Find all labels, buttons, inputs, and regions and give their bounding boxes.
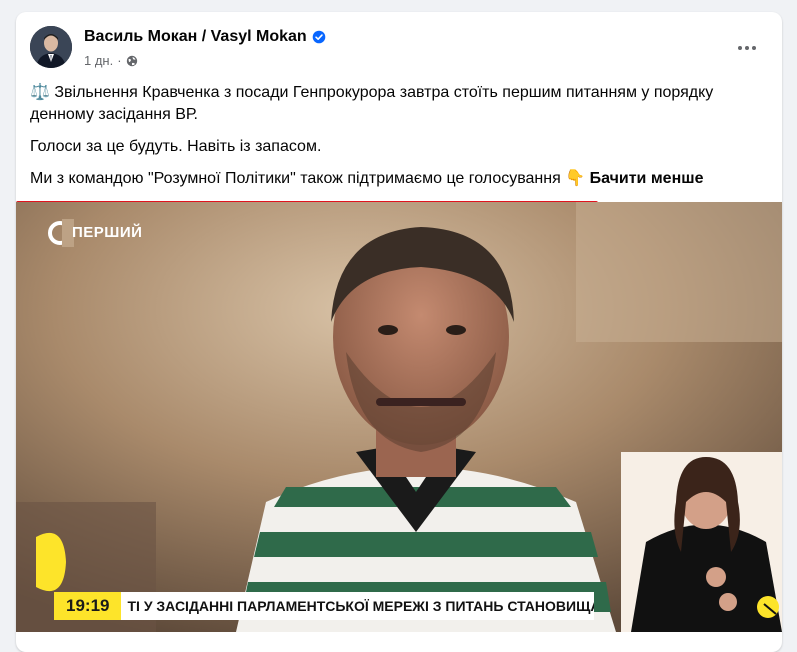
author-name-row: Василь Мокан / Vasyl Mokan [84, 28, 326, 46]
scales-emoji-icon: ⚖️ [30, 84, 50, 101]
see-less-link[interactable]: Бачити менше [590, 170, 704, 187]
meta-separator: · [117, 53, 122, 68]
ticker-text: ТІ У ЗАСІДАННІ ПАРЛАМЕНТСЬКОЇ МЕРЕЖІ З П… [121, 592, 594, 620]
verified-badge-icon [312, 30, 325, 44]
news-ticker: 19:19 ТІ У ЗАСІДАННІ ПАРЛАМЕНТСЬКОЇ МЕРЕ… [54, 592, 594, 620]
post-header: Василь Мокан / Vasyl Mokan 1 дн. · [16, 12, 782, 82]
author-avatar[interactable] [30, 26, 72, 68]
ticker-clock: 19:19 [54, 592, 122, 620]
channel-logo: ПЕРШИЙ [52, 224, 142, 241]
author-name[interactable]: Василь Мокан / Vasyl Mokan [84, 28, 307, 46]
post-card: Василь Мокан / Vasyl Mokan 1 дн. · ⚖️ Зв… [16, 12, 782, 652]
post-paragraph-3: Ми з командою "Розумної Політики" також … [30, 168, 770, 190]
globe-icon [126, 55, 137, 66]
video-frame [16, 202, 782, 632]
channel-name: ПЕРШИЙ [72, 224, 143, 241]
post-meta: 1 дн. · [84, 53, 138, 68]
more-horizontal-icon [738, 46, 756, 50]
post-paragraph-1: ⚖️ Звільнення Кравченка з посади Генпрок… [30, 82, 770, 126]
more-options-button[interactable] [732, 36, 762, 60]
post-text: ⚖️ Звільнення Кравченка з посади Генпрок… [30, 82, 770, 200]
post-paragraph-2: Голоси за це будуть. Навіть із запасом. [30, 138, 322, 155]
paragraph-3-text: Ми з командою "Розумної Політики" також … [30, 170, 561, 187]
paragraph-1-text: Звільнення Кравченка з посади Генпрокуро… [30, 84, 714, 123]
video-player[interactable]: ПЕРШИЙ 19:19 ТІ У ЗАСІДАННІ ПАРЛАМЕНТСЬК… [16, 202, 782, 632]
post-time[interactable]: 1 дн. [84, 53, 113, 68]
pointing-down-emoji-icon: 👇 [565, 170, 586, 187]
